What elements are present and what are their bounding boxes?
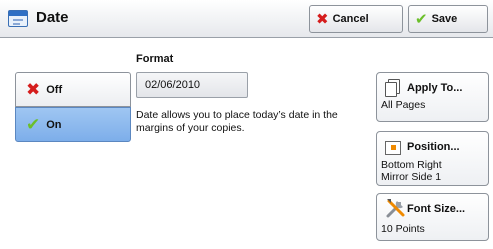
- position-value: Bottom Right Mirror Side 1: [381, 159, 442, 183]
- format-date-field: 02/06/2010: [136, 72, 248, 98]
- font-size-label: Font Size...: [407, 203, 466, 215]
- on-button[interactable]: ✔ On: [15, 107, 131, 142]
- calendar-window-icon: [8, 10, 28, 27]
- page-title: Date: [36, 9, 69, 26]
- position-value-line2: Mirror Side 1: [381, 171, 442, 183]
- cancel-label: Cancel: [332, 13, 369, 25]
- title-bar: Date ✖ Cancel ✔ Save: [0, 0, 493, 38]
- apply-to-button[interactable]: Apply To... All Pages: [376, 72, 489, 122]
- position-icon: [385, 141, 401, 155]
- cancel-icon: ✖: [316, 10, 329, 28]
- apply-to-label: Apply To...: [407, 82, 463, 94]
- off-label: Off: [46, 83, 63, 96]
- apply-to-value: All Pages: [381, 99, 426, 111]
- position-label: Position...: [407, 141, 460, 153]
- off-button[interactable]: ✖ Off: [15, 72, 131, 107]
- pages-icon: [385, 79, 401, 97]
- font-size-value: 10 Points: [381, 223, 425, 235]
- format-description: Date allows you to place today’s date in…: [136, 109, 338, 134]
- save-button[interactable]: ✔ Save: [408, 5, 488, 33]
- on-label: On: [46, 118, 62, 131]
- cancel-button[interactable]: ✖ Cancel: [309, 5, 403, 33]
- save-label: Save: [431, 13, 458, 25]
- tools-icon: [386, 199, 405, 218]
- position-button[interactable]: Position... Bottom Right Mirror Side 1: [376, 131, 489, 186]
- cancel-icon: ✖: [26, 80, 41, 99]
- check-icon: ✔: [415, 10, 428, 28]
- format-heading: Format: [136, 53, 174, 65]
- check-icon: ✔: [26, 115, 41, 134]
- font-size-button[interactable]: Font Size... 10 Points: [376, 193, 489, 241]
- position-value-line1: Bottom Right: [381, 159, 442, 171]
